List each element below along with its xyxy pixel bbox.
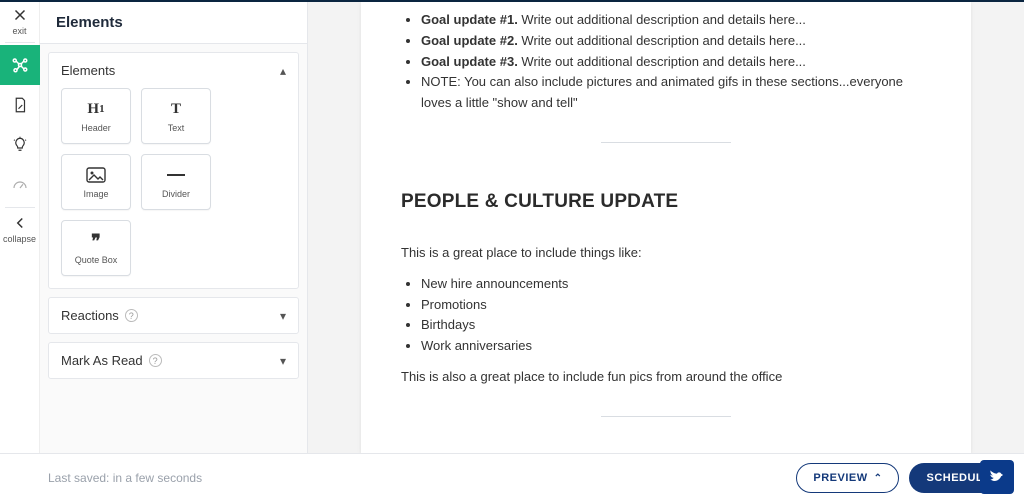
element-tiles: H1 Header T Text Image [49, 88, 298, 288]
goal-item: Goal update #2. Write out additional des… [421, 31, 931, 52]
document-preview[interactable]: Goal update #1. Write out additional des… [361, 2, 971, 453]
close-icon [11, 6, 29, 24]
goal-item: Goal update #1. Write out additional des… [421, 10, 931, 31]
rail-gauge[interactable] [0, 165, 40, 205]
exit-button[interactable]: exit [0, 2, 40, 40]
section-heading: PEOPLE & CULTURE UPDATE [401, 191, 931, 213]
image-icon [86, 165, 106, 185]
chevron-left-icon [11, 214, 29, 232]
outro-text: This is also a great place to include fu… [401, 367, 931, 388]
intro-text: This is a great place to include things … [401, 243, 931, 264]
accordion-label: Elements [61, 63, 115, 78]
editor-canvas: Goal update #1. Write out additional des… [308, 2, 1024, 453]
divider-icon [167, 165, 185, 185]
help-icon: ? [125, 309, 138, 322]
rail-document[interactable] [0, 85, 40, 125]
rail-divider [5, 207, 35, 208]
note-item: NOTE: You can also include pictures and … [421, 72, 931, 114]
tile-image[interactable]: Image [61, 154, 131, 210]
preview-label: PREVIEW [813, 472, 867, 484]
list-item: Birthdays [421, 315, 931, 336]
tile-header[interactable]: H1 Header [61, 88, 131, 144]
header-icon: H1 [87, 99, 104, 119]
tile-label: Quote Box [75, 255, 118, 265]
preview-button[interactable]: PREVIEW ⌃ [796, 463, 899, 493]
collapse-label: collapse [3, 234, 36, 244]
tile-label: Image [83, 189, 108, 199]
document-icon [11, 96, 29, 114]
chevron-down-icon: ▾ [280, 309, 286, 323]
panel-title: Elements [40, 2, 307, 44]
rail-elements[interactable] [0, 45, 40, 85]
exit-label: exit [12, 26, 26, 36]
lightbulb-icon [11, 136, 29, 154]
tile-divider[interactable]: Divider [141, 154, 211, 210]
accordion-label: Reactions [61, 308, 119, 323]
gauge-icon [11, 176, 29, 194]
section-divider [601, 416, 731, 417]
list-item: Work anniversaries [421, 336, 931, 357]
collapse-button[interactable]: collapse [0, 210, 40, 248]
left-rail: exit collapse [0, 2, 40, 453]
text-icon: T [171, 99, 181, 119]
quote-icon: ❞ [91, 231, 101, 251]
tile-quote[interactable]: ❞ Quote Box [61, 220, 131, 276]
accordion-label: Mark As Read [61, 353, 143, 368]
section-divider [601, 142, 731, 143]
list-item: Promotions [421, 295, 931, 316]
footer: Last saved: in a few seconds PREVIEW ⌃ S… [0, 454, 1024, 502]
tile-label: Text [168, 123, 185, 133]
accordion-mark-as-read[interactable]: Mark As Read ? ▾ [49, 343, 298, 378]
tile-label: Header [81, 123, 111, 133]
tile-text[interactable]: T Text [141, 88, 211, 144]
bird-icon [987, 467, 1007, 487]
help-fab[interactable] [980, 460, 1014, 494]
rail-ideas[interactable] [0, 125, 40, 165]
chevron-down-icon: ▾ [280, 354, 286, 368]
goal-item: Goal update #3. Write out additional des… [421, 52, 931, 73]
chevron-up-icon: ⌃ [874, 473, 883, 484]
help-icon: ? [149, 354, 162, 367]
elements-panel: Elements Elements ▴ H1 Header T [40, 2, 308, 453]
accordion-reactions[interactable]: Reactions ? ▾ [49, 298, 298, 333]
tile-label: Divider [162, 189, 190, 199]
rail-divider [5, 42, 35, 43]
network-icon [11, 56, 29, 74]
last-saved-text: Last saved: in a few seconds [48, 471, 202, 485]
chevron-up-icon: ▴ [280, 64, 286, 78]
accordion-elements[interactable]: Elements ▴ [49, 53, 298, 88]
list-item: New hire announcements [421, 274, 931, 295]
